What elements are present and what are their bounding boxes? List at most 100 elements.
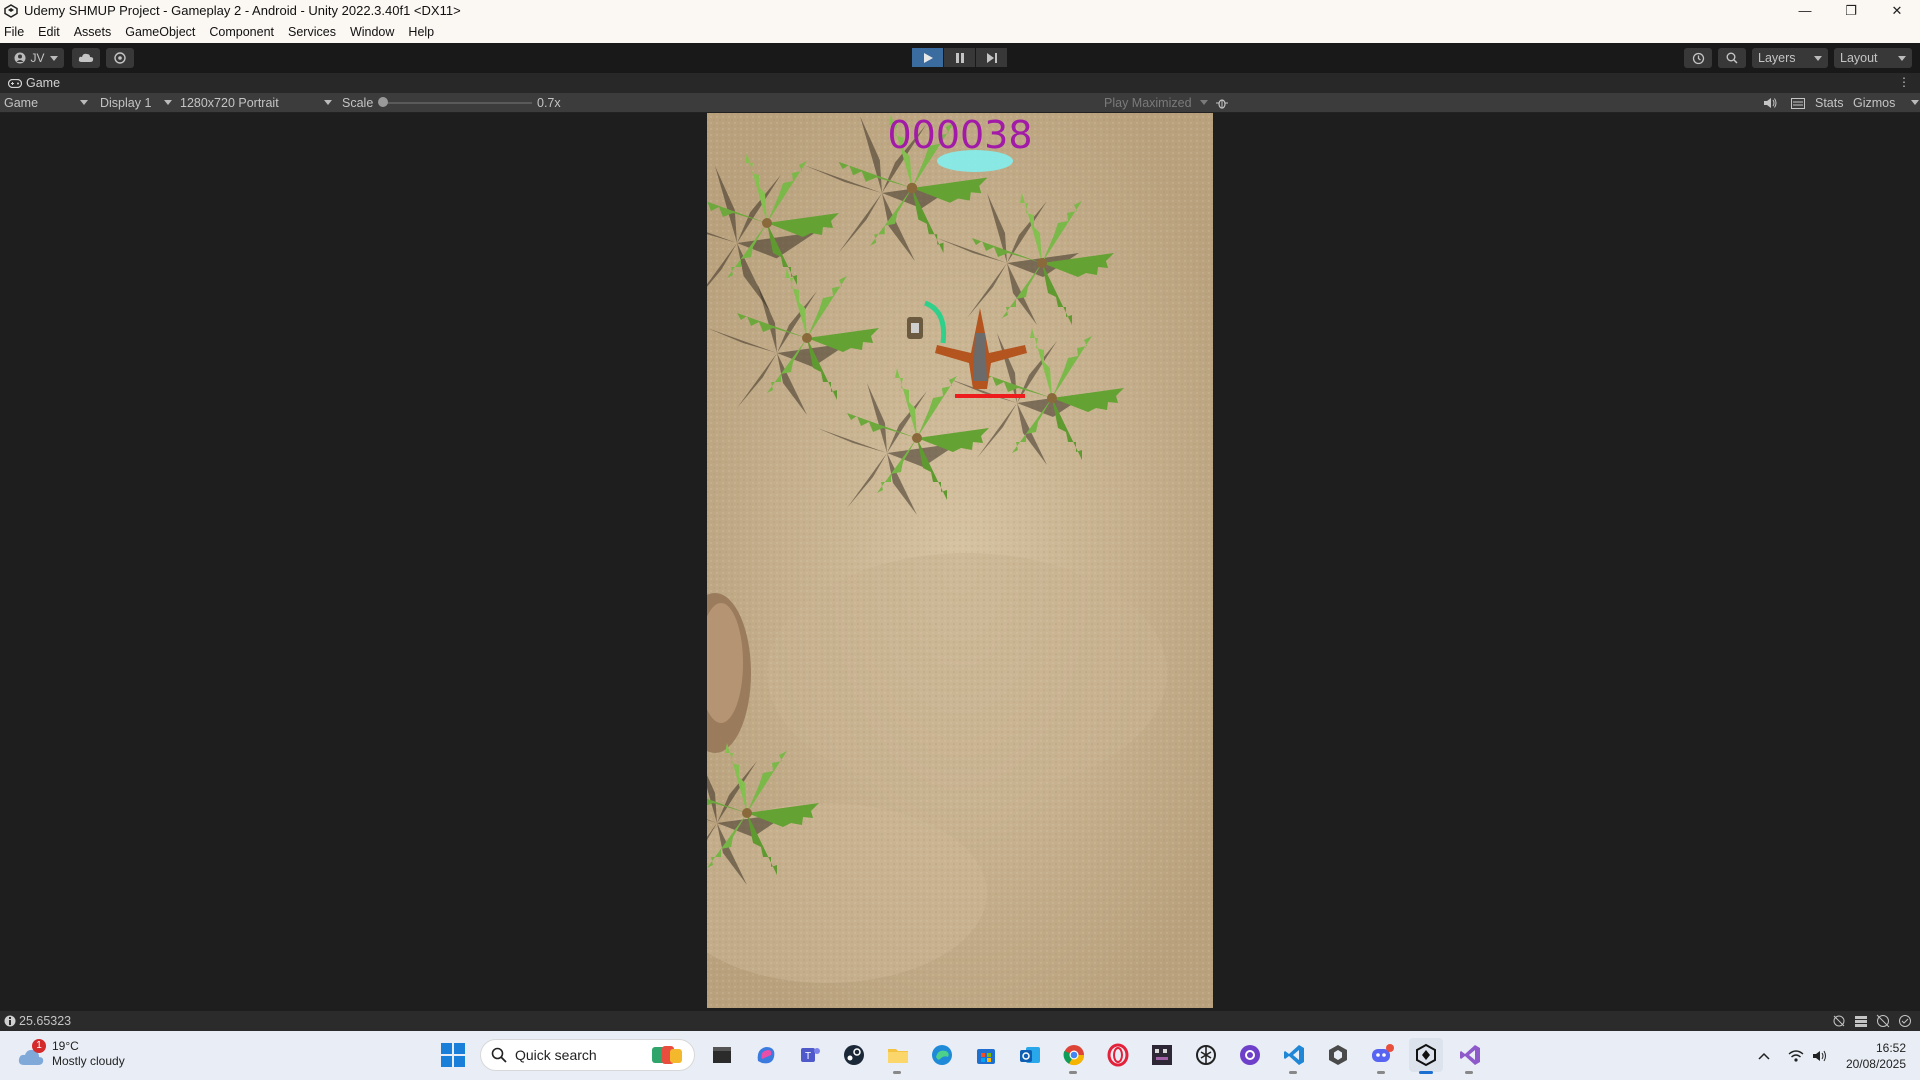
scale-slider-track[interactable] — [382, 102, 532, 104]
gizmos-label: Gizmos — [1853, 96, 1896, 110]
resolution-dropdown[interactable]: 1280x720 Portrait — [180, 95, 332, 111]
panel-menu-icon[interactable]: ⋮ — [1898, 75, 1910, 89]
outlook-icon[interactable] — [1013, 1038, 1047, 1072]
progress-check-icon[interactable] — [1898, 1014, 1912, 1028]
play-mode-dropdown[interactable]: Play Maximized — [1104, 95, 1208, 111]
scale-slider-handle[interactable] — [378, 97, 388, 107]
chevron-down-icon — [1898, 56, 1906, 61]
layout-label: Layout — [1840, 51, 1878, 65]
cache-icon[interactable] — [1854, 1014, 1868, 1028]
windows-logo-icon — [441, 1043, 465, 1067]
cloud-button[interactable] — [72, 48, 100, 68]
menu-edit[interactable]: Edit — [38, 25, 60, 39]
wifi-icon[interactable] — [1788, 1049, 1804, 1063]
game-render-view[interactable]: 000038 — [707, 113, 1213, 1008]
cloud-icon — [78, 53, 94, 62]
mute-audio-button[interactable] — [1764, 95, 1777, 111]
clock-date: 20/08/2025 — [1845, 1056, 1906, 1071]
score-counter: 000038 — [887, 113, 1033, 157]
chevron-down-icon — [1814, 56, 1822, 61]
history-button[interactable] — [1684, 48, 1712, 68]
account-dropdown[interactable]: JV — [8, 48, 64, 68]
game-scene — [707, 113, 1213, 1008]
chatgpt-icon[interactable] — [1189, 1038, 1223, 1072]
menu-file[interactable]: File — [4, 25, 24, 39]
unity-hub-icon[interactable] — [1321, 1038, 1355, 1072]
pause-button[interactable] — [944, 48, 975, 67]
search-placeholder: Quick search — [515, 1047, 597, 1063]
keyboard-icon — [1791, 97, 1805, 109]
stats-button[interactable]: Stats — [1815, 95, 1844, 111]
tab-game[interactable]: Game — [0, 73, 60, 93]
edge-icon[interactable] — [925, 1038, 959, 1072]
resolution-label: 1280x720 Portrait — [180, 96, 279, 110]
console-message[interactable]: 25.65323 — [19, 1014, 71, 1028]
copilot-icon[interactable] — [749, 1038, 783, 1072]
playback-controls — [912, 48, 1007, 67]
menu-bar: File Edit Assets GameObject Component Se… — [0, 21, 1920, 43]
minimize-button[interactable]: — — [1782, 0, 1828, 21]
file-explorer-icon[interactable] — [881, 1038, 915, 1074]
chevron-down-icon — [1911, 100, 1919, 105]
play-button[interactable] — [912, 48, 943, 67]
play-icon — [923, 52, 933, 63]
opera-icon[interactable] — [1101, 1038, 1135, 1072]
windows-taskbar: 1 19°C Mostly cloudy Quick search T 16:5… — [0, 1031, 1920, 1080]
game-view-toolbar: Game Display 1 1280x720 Portrait Scale 0… — [0, 93, 1920, 113]
chevron-down-icon — [49, 55, 58, 61]
close-button[interactable]: ✕ — [1874, 0, 1920, 21]
account-icon — [14, 52, 26, 64]
gizmos-dropdown[interactable]: Gizmos — [1853, 95, 1919, 111]
weather-temperature: 19°C — [52, 1039, 79, 1053]
search-button[interactable] — [1718, 48, 1746, 68]
menu-component[interactable]: Component — [209, 25, 274, 39]
discord-icon[interactable] — [1365, 1038, 1399, 1074]
layout-dropdown[interactable]: Layout — [1834, 48, 1912, 68]
store-icon[interactable] — [969, 1038, 1003, 1072]
search-icon — [1726, 52, 1738, 64]
menu-services[interactable]: Services — [288, 25, 336, 39]
unity-icon[interactable] — [1409, 1038, 1443, 1074]
aseprite-icon[interactable] — [1145, 1038, 1179, 1072]
start-button[interactable] — [440, 1042, 466, 1068]
steam-icon[interactable] — [837, 1038, 871, 1072]
chrome-icon[interactable] — [1057, 1038, 1091, 1074]
taskbar-apps: T — [705, 1038, 1487, 1074]
menu-assets[interactable]: Assets — [74, 25, 112, 39]
history-icon — [1692, 52, 1704, 64]
weather-widget[interactable]: 1 19°C Mostly cloudy — [18, 1039, 125, 1069]
menu-window[interactable]: Window — [350, 25, 394, 39]
teams-icon[interactable]: T — [793, 1038, 827, 1072]
restore-button[interactable]: ❐ — [1828, 0, 1874, 21]
network-icon[interactable] — [1876, 1014, 1890, 1028]
search-highlight-icon — [652, 1046, 682, 1064]
window-titlebar: Udemy SHMUP Project - Gameplay 2 - Andro… — [0, 0, 1920, 21]
layers-dropdown[interactable]: Layers — [1752, 48, 1828, 68]
debug-icon[interactable] — [1832, 1014, 1846, 1028]
keyboard-shortcuts-button[interactable] — [1791, 95, 1805, 111]
github-desktop-icon[interactable] — [1233, 1038, 1267, 1072]
explorer-icon[interactable] — [705, 1038, 739, 1072]
scale-value: 0.7x — [537, 96, 561, 110]
collab-button[interactable] — [106, 48, 134, 68]
clock[interactable]: 16:52 20/08/2025 — [1846, 1040, 1906, 1072]
menu-help[interactable]: Help — [408, 25, 434, 39]
chevron-up-icon[interactable] — [1758, 1052, 1770, 1060]
bug-button[interactable] — [1216, 95, 1228, 111]
menu-gameobject[interactable]: GameObject — [125, 25, 195, 39]
display-label: Display 1 — [100, 96, 152, 110]
view-mode-dropdown[interactable]: Game — [4, 95, 88, 111]
info-icon — [4, 1015, 16, 1027]
volume-icon[interactable] — [1812, 1049, 1828, 1063]
scale-label: Scale — [342, 96, 374, 110]
speaker-icon — [1764, 98, 1777, 108]
vscode-icon[interactable] — [1277, 1038, 1311, 1074]
taskbar-search[interactable]: Quick search — [480, 1039, 695, 1071]
pause-icon — [955, 52, 964, 63]
chevron-down-icon — [1200, 100, 1208, 105]
chevron-down-icon — [164, 100, 172, 105]
visual-studio-icon[interactable] — [1453, 1038, 1487, 1074]
step-button[interactable] — [976, 48, 1007, 67]
display-dropdown[interactable]: Display 1 — [100, 95, 172, 111]
view-mode-label: Game — [4, 96, 39, 110]
